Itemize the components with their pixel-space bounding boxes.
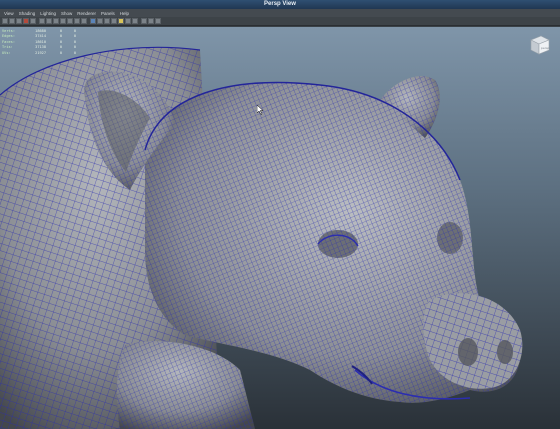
shadows-icon[interactable]	[125, 18, 131, 24]
bear-nostril-right	[497, 340, 513, 364]
hud-value: 37414	[35, 34, 46, 39]
grid-icon[interactable]	[39, 18, 45, 24]
poly-count-hud: Verts: 18680 0 0 Edges: 37414 0 0 Faces:…	[2, 28, 76, 56]
hud-value: 0	[73, 34, 76, 39]
hud-row-verts: Verts: 18680 0 0	[2, 28, 76, 34]
hud-value: 0	[59, 50, 62, 55]
hud-value: 21927	[35, 50, 46, 55]
menu-help[interactable]: Help	[120, 11, 129, 16]
menu-shading[interactable]: Shading	[19, 11, 36, 16]
persp-viewport[interactable]: Verts: 18680 0 0 Edges: 37414 0 0 Faces:…	[0, 27, 560, 429]
bear-wireframe-model[interactable]	[0, 27, 560, 429]
hud-toggle-icon[interactable]	[155, 18, 161, 24]
panel-toolbar	[0, 17, 560, 26]
wireframe-icon[interactable]	[90, 18, 96, 24]
maya-viewport-window: Persp View View Shading Lighting Show Re…	[0, 0, 560, 429]
wireframe-on-shaded-icon[interactable]	[104, 18, 110, 24]
menu-view[interactable]: View	[4, 11, 14, 16]
select-camera-icon[interactable]	[2, 18, 8, 24]
hud-value: 37138	[35, 45, 46, 50]
isolate-select-icon[interactable]	[148, 18, 154, 24]
menu-show[interactable]: Show	[61, 11, 72, 16]
hud-value: 0	[73, 39, 76, 44]
xray-icon[interactable]	[141, 18, 147, 24]
hud-value: 0	[73, 50, 76, 55]
hud-row-edges: Edges: 37414 0 0	[2, 34, 76, 40]
bear-nostril-left	[458, 338, 478, 366]
ambient-occlusion-icon[interactable]	[132, 18, 138, 24]
image-plane-icon[interactable]	[30, 18, 36, 24]
window-title: Persp View	[264, 1, 296, 7]
hud-value: 18610	[35, 39, 46, 44]
hud-value: 0	[59, 39, 62, 44]
hud-label: Tris:	[2, 45, 13, 50]
gate-mask-icon[interactable]	[60, 18, 66, 24]
mouse-cursor-icon	[257, 105, 264, 115]
textured-icon[interactable]	[111, 18, 117, 24]
hud-row-faces: Faces: 18610 0 0	[2, 39, 76, 45]
use-all-lights-icon[interactable]	[118, 18, 124, 24]
hud-label: Verts:	[2, 28, 15, 33]
field-chart-icon[interactable]	[67, 18, 73, 24]
smooth-shade-icon[interactable]	[97, 18, 103, 24]
hud-value: 0	[73, 28, 76, 33]
hud-row-uvs: UVs: 21927 0 0	[2, 50, 76, 56]
camera-attributes-icon[interactable]	[16, 18, 22, 24]
hud-label: Edges:	[2, 34, 15, 39]
menu-lighting[interactable]: Lighting	[40, 11, 56, 16]
bookmark-icon[interactable]	[23, 18, 29, 24]
view-cube-icon[interactable]: persp	[525, 32, 553, 56]
hud-value: 0	[59, 34, 62, 39]
hud-row-tris: Tris: 37138 0 0	[2, 45, 76, 51]
panel-menu-bar: View Shading Lighting Show Renderer Pane…	[0, 9, 560, 17]
resolution-gate-icon[interactable]	[53, 18, 59, 24]
hud-label: UVs:	[2, 50, 11, 55]
menu-panels[interactable]: Panels	[101, 11, 115, 16]
safe-title-icon[interactable]	[81, 18, 87, 24]
hud-value: 18680	[35, 28, 46, 33]
menu-renderer[interactable]: Renderer	[77, 11, 96, 16]
hud-value: 0	[59, 28, 62, 33]
hud-value: 0	[59, 45, 62, 50]
film-gate-icon[interactable]	[46, 18, 52, 24]
hud-label: Faces:	[2, 39, 15, 44]
lock-camera-icon[interactable]	[9, 18, 15, 24]
view-cube-label: persp	[541, 46, 550, 50]
safe-action-icon[interactable]	[74, 18, 80, 24]
hud-value: 0	[73, 45, 76, 50]
